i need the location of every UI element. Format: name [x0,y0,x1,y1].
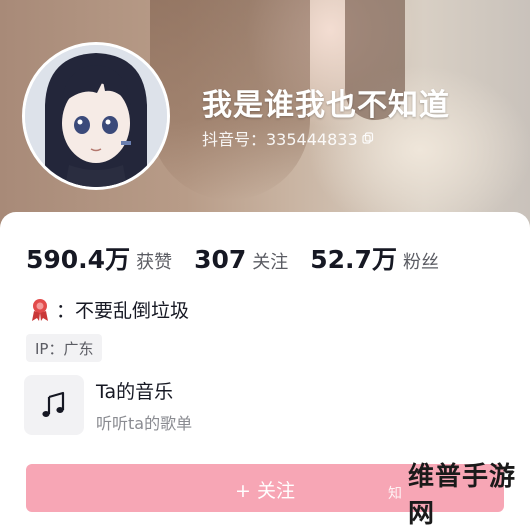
stat-following[interactable]: 307 关注 [194,245,288,274]
stat-followers[interactable]: 52.7万 粉丝 [310,240,439,276]
music-icon-box [24,375,84,435]
watermark-text: 维普手游网 [408,462,517,529]
ip-location-tag: IP：广东 [26,334,103,362]
douyin-id-row[interactable]: 抖音号：335444833 [202,126,374,150]
music-subtitle: 听听ta的歌单 [96,413,193,433]
stat-value: 52.7万 [310,245,397,274]
stat-value: 307 [194,245,247,274]
stat-likes[interactable]: 590.4万 获赞 [26,240,172,276]
stats-row: 590.4万 获赞 307 关注 52.7万 粉丝 [26,240,461,276]
stat-label: 获赞 [136,252,173,273]
music-text: Ta的音乐 听听ta的歌单 [96,377,192,434]
bio-row: ：不要乱倒垃圾 [30,296,189,323]
ribbon-award-icon [32,298,48,321]
music-note-icon [42,391,65,417]
stat-label: 粉丝 [402,252,439,273]
avatar[interactable] [22,42,170,190]
watermark: 知 维普手游网 [388,456,530,530]
douyin-id: 抖音号：335444833 [202,130,358,149]
stat-label: 关注 [252,252,289,273]
avatar-image [25,45,167,187]
watermark-faint-text: 知 [388,486,402,502]
music-playlist-entry[interactable]: Ta的音乐 听听ta的歌单 [24,372,494,438]
stat-value: 590.4万 [26,245,131,274]
nickname: 我是谁我也不知道 [202,88,450,123]
bio-text: ：不要乱倒垃圾 [56,300,190,322]
music-title: Ta的音乐 [96,380,174,403]
copy-icon[interactable] [362,132,374,144]
